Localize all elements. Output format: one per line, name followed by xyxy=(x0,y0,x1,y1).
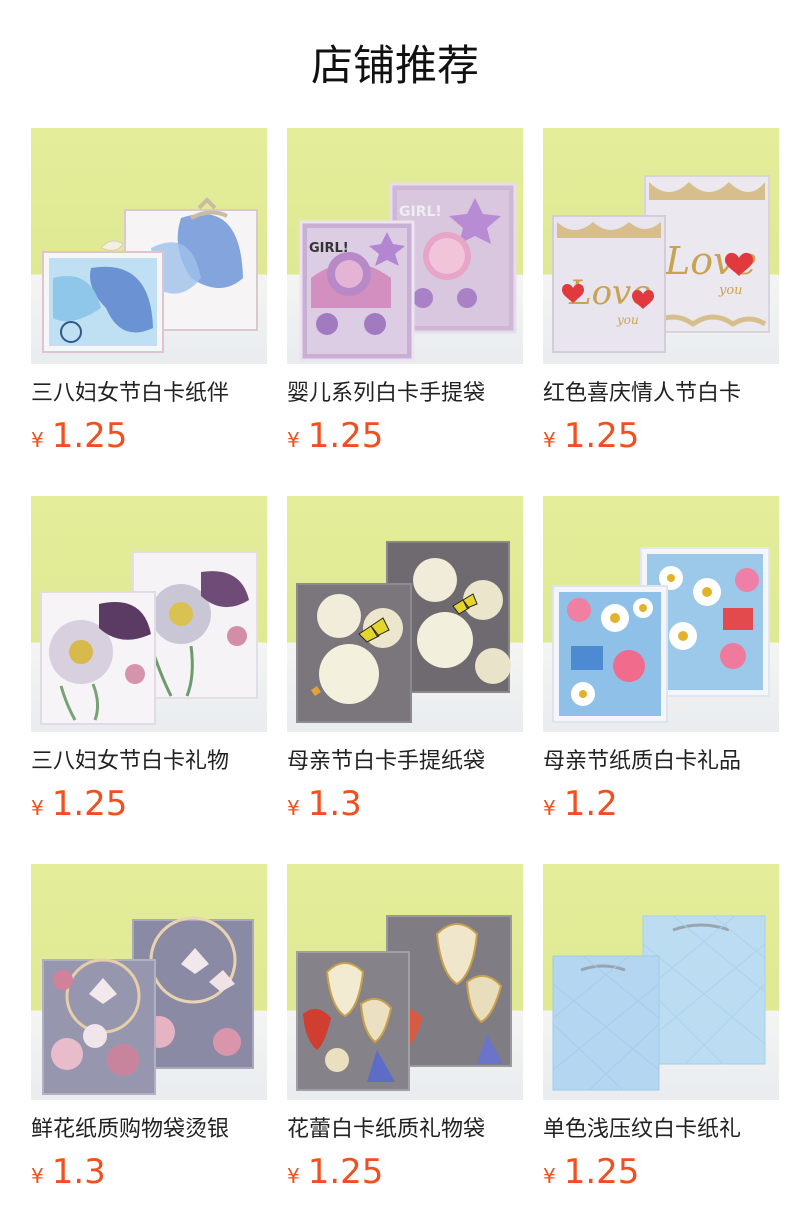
currency-symbol: ¥ xyxy=(31,1164,44,1188)
product-image[interactable] xyxy=(287,496,523,732)
page-title: 店铺推荐 xyxy=(310,41,479,90)
product-image[interactable] xyxy=(543,496,779,732)
product-image[interactable] xyxy=(31,128,267,364)
product-image[interactable] xyxy=(31,496,267,732)
product-card[interactable]: 三八妇女节白卡礼物 ¥1.25 xyxy=(31,496,267,836)
currency-symbol: ¥ xyxy=(31,796,44,820)
product-price: ¥1.25 xyxy=(543,416,639,456)
price-value: 1.3 xyxy=(51,1152,106,1192)
price-value: 1.3 xyxy=(307,784,362,824)
svg-text:you: you xyxy=(616,313,639,327)
product-image[interactable] xyxy=(543,864,779,1100)
currency-symbol: ¥ xyxy=(543,428,556,452)
product-name[interactable]: 三八妇女节白卡纸伴 xyxy=(31,378,267,410)
product-price: ¥1.25 xyxy=(543,1152,639,1192)
product-price: ¥1.3 xyxy=(31,1152,106,1192)
product-price: ¥1.2 xyxy=(543,784,618,824)
product-name[interactable]: 三八妇女节白卡礼物 xyxy=(31,746,267,778)
svg-text:GIRL!: GIRL! xyxy=(309,241,349,256)
price-value: 1.25 xyxy=(563,416,640,456)
price-value: 1.25 xyxy=(51,416,128,456)
product-name[interactable]: 婴儿系列白卡手提袋 xyxy=(287,378,523,410)
price-value: 1.25 xyxy=(307,1152,384,1192)
svg-text:GIRL!: GIRL! xyxy=(399,204,442,220)
product-card[interactable]: 母亲节纸质白卡礼品 ¥1.2 xyxy=(543,496,779,836)
product-image[interactable] xyxy=(31,864,267,1100)
price-value: 1.25 xyxy=(307,416,384,456)
product-name[interactable]: 母亲节纸质白卡礼品 xyxy=(543,746,779,778)
product-card[interactable]: 单色浅压纹白卡纸礼 ¥1.25 xyxy=(543,864,779,1204)
product-card[interactable]: Love you Love you 红色喜庆情人节白卡 ¥1.25 xyxy=(543,128,779,468)
price-value: 1.2 xyxy=(563,784,618,824)
product-image[interactable]: GIRL! GIRL! xyxy=(287,128,523,364)
product-name[interactable]: 单色浅压纹白卡纸礼 xyxy=(543,1114,779,1146)
product-price: ¥1.25 xyxy=(31,416,127,456)
product-name[interactable]: 鲜花纸质购物袋烫银 xyxy=(31,1114,267,1146)
currency-symbol: ¥ xyxy=(287,428,300,452)
currency-symbol: ¥ xyxy=(31,428,44,452)
currency-symbol: ¥ xyxy=(287,796,300,820)
product-price: ¥1.25 xyxy=(287,416,383,456)
product-price: ¥1.25 xyxy=(31,784,127,824)
product-card[interactable]: 花蕾白卡纸质礼物袋 ¥1.25 xyxy=(287,864,523,1204)
product-card[interactable]: 三八妇女节白卡纸伴 ¥1.25 xyxy=(31,128,267,468)
product-name[interactable]: 花蕾白卡纸质礼物袋 xyxy=(287,1114,523,1146)
product-card[interactable]: 母亲节白卡手提纸袋 ¥1.3 xyxy=(287,496,523,836)
svg-text:you: you xyxy=(718,283,743,298)
product-card[interactable]: GIRL! GIRL! 婴儿系列白卡手提袋 ¥1.25 xyxy=(287,128,523,468)
currency-symbol: ¥ xyxy=(543,796,556,820)
product-image[interactable] xyxy=(287,864,523,1100)
product-card[interactable]: 鲜花纸质购物袋烫银 ¥1.3 xyxy=(31,864,267,1204)
price-value: 1.25 xyxy=(563,1152,640,1192)
price-value: 1.25 xyxy=(51,784,128,824)
currency-symbol: ¥ xyxy=(543,1164,556,1188)
currency-symbol: ¥ xyxy=(287,1164,300,1188)
product-name[interactable]: 红色喜庆情人节白卡 xyxy=(543,378,779,410)
product-price: ¥1.3 xyxy=(287,784,362,824)
product-name[interactable]: 母亲节白卡手提纸袋 xyxy=(287,746,523,778)
product-price: ¥1.25 xyxy=(287,1152,383,1192)
product-image[interactable]: Love you Love you xyxy=(543,128,779,364)
